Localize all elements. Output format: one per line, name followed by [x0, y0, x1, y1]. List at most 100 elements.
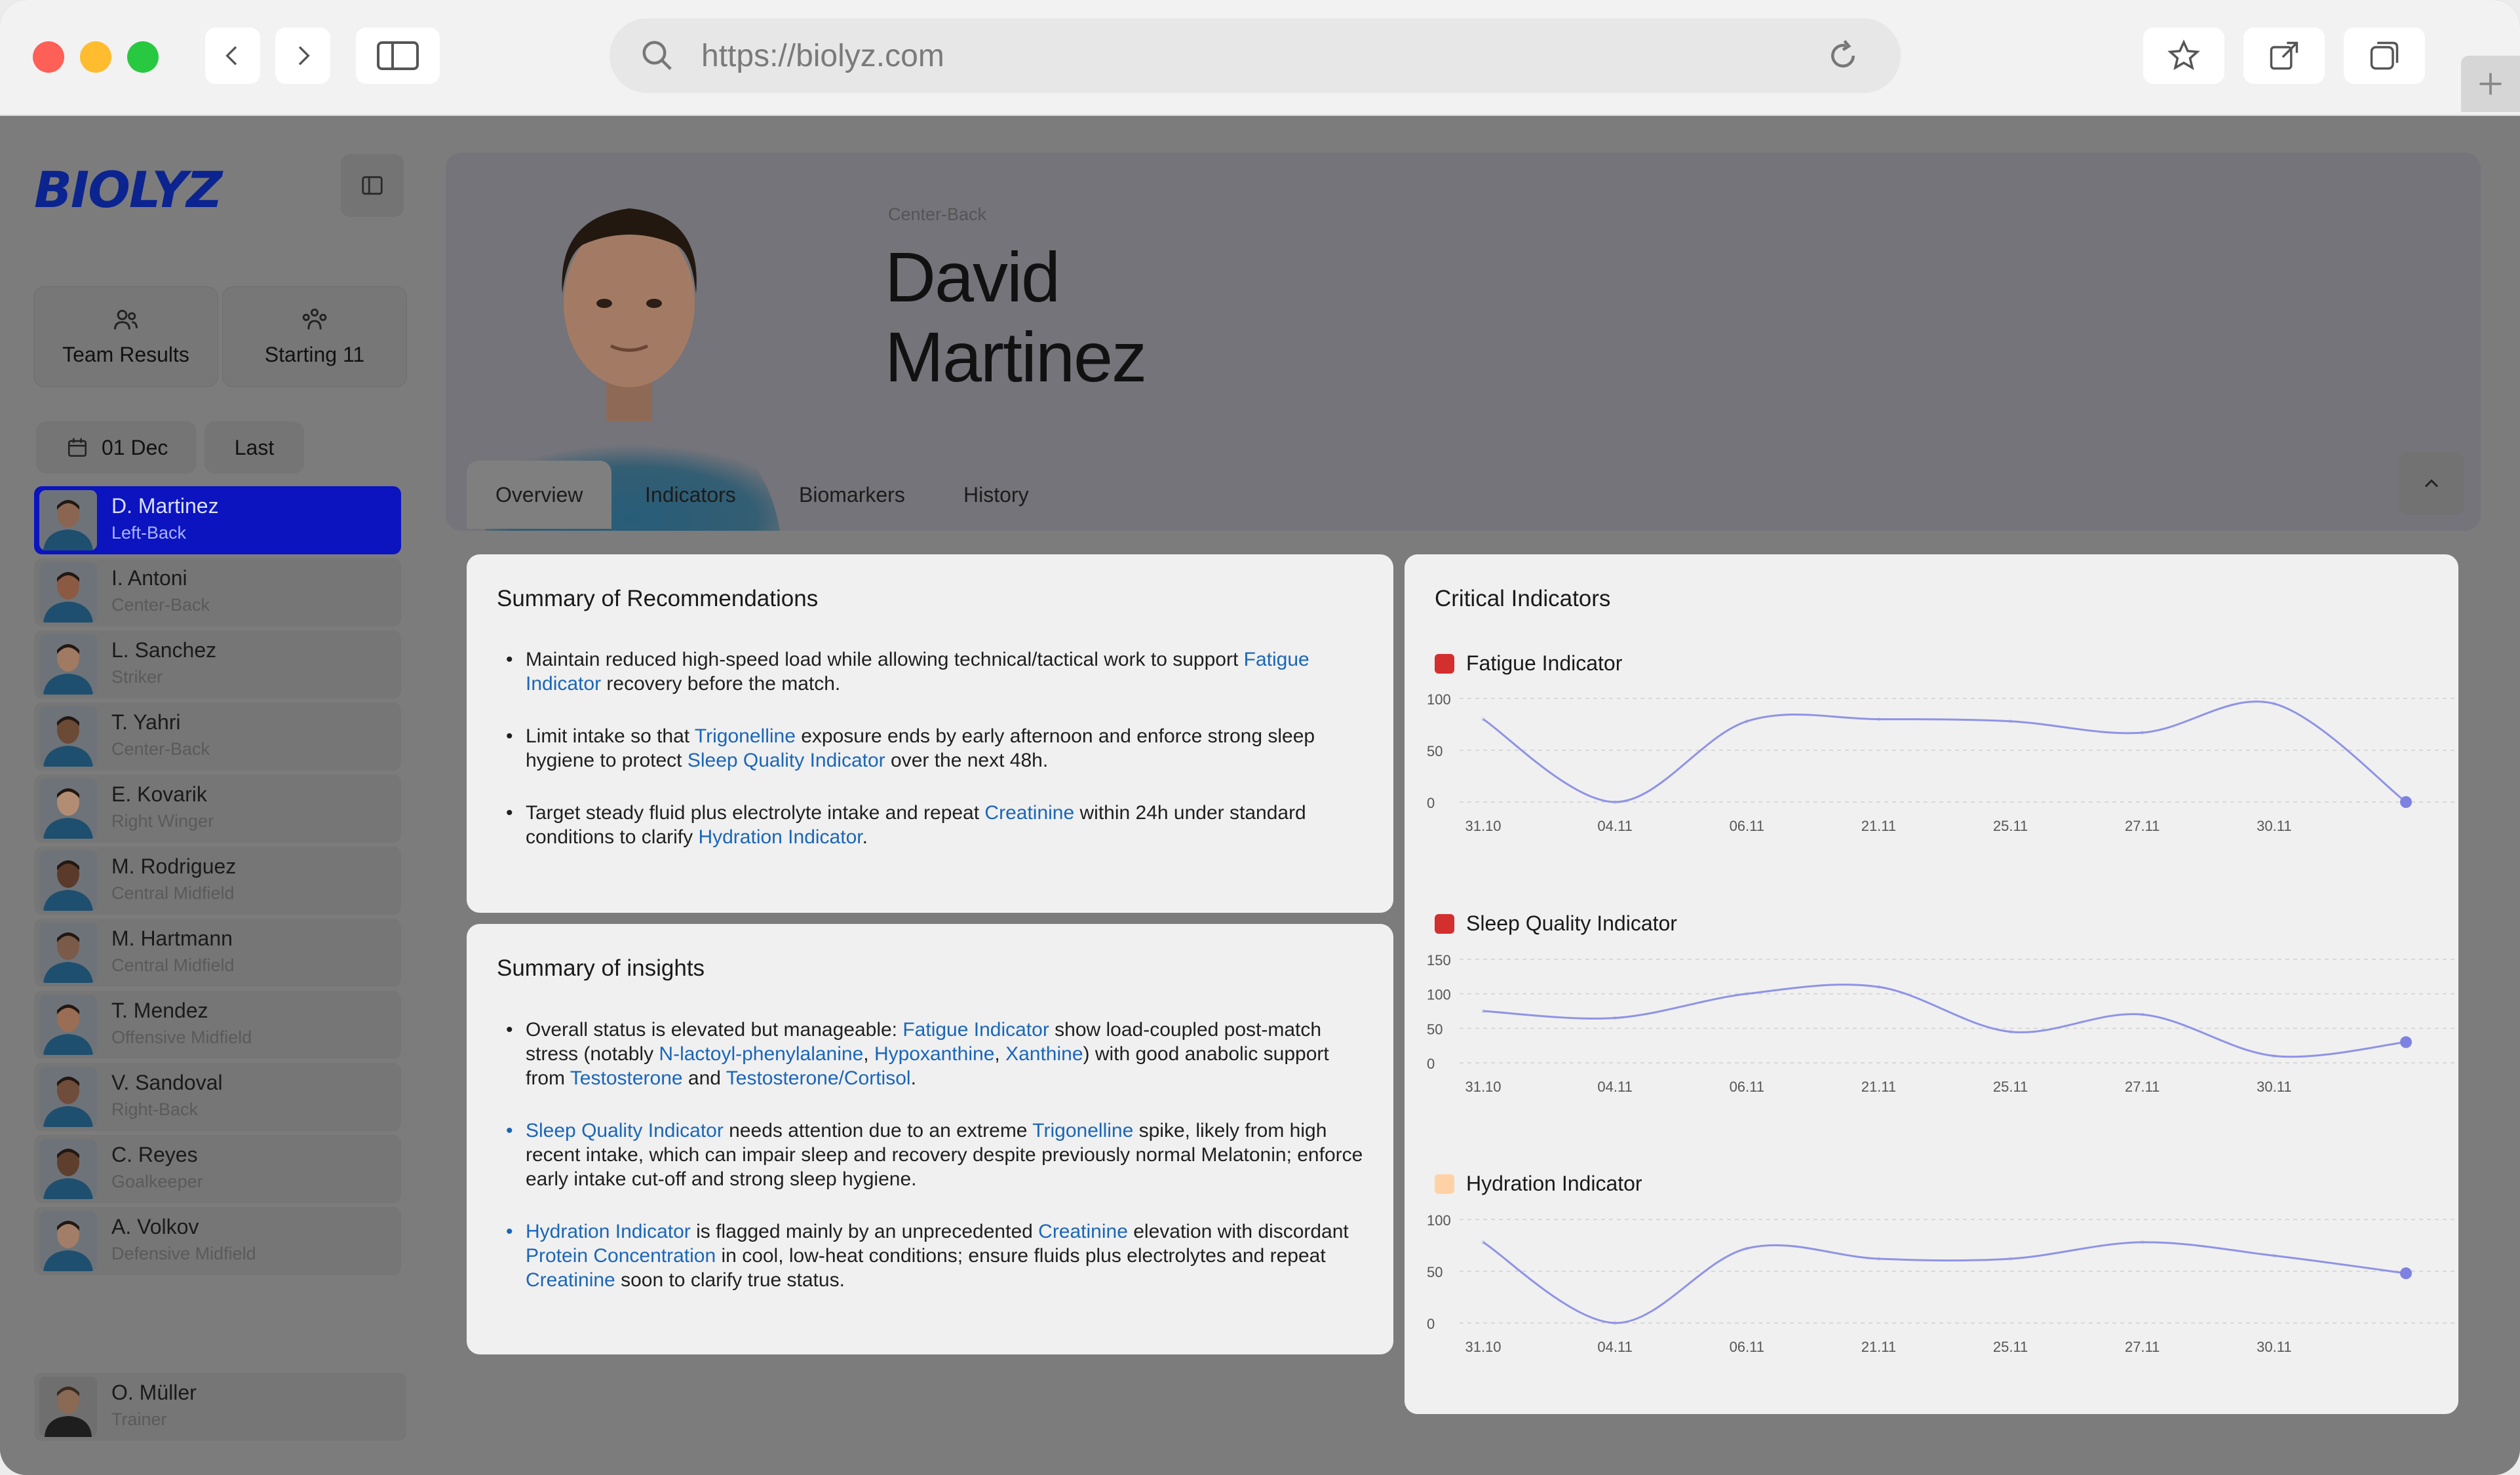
creatinine-link[interactable]: Creatinine: [984, 802, 1074, 824]
player-row[interactable]: T. Yahri Center-Back: [34, 702, 401, 771]
trainer-name: O. Müller: [111, 1381, 197, 1404]
hydration-indicator-header[interactable]: Hydration Indicator: [1435, 1172, 1642, 1196]
close-window-button[interactable]: [33, 41, 64, 73]
player-row[interactable]: M. Hartmann Central Midfield: [34, 919, 401, 987]
fatigue-indicator-header[interactable]: Fatigue Indicator: [1435, 651, 1622, 676]
address-bar[interactable]: https://biolyz.com: [610, 18, 1901, 93]
recommendation-item: Limit intake so that Trigonelline exposu…: [497, 724, 1367, 773]
player-row[interactable]: D. Martinez Left-Back: [34, 486, 401, 554]
player-row[interactable]: M. Rodriguez Central Midfield: [34, 847, 401, 915]
latest-data-point[interactable]: [2400, 1036, 2412, 1048]
sidebar-toggle-button[interactable]: [356, 28, 440, 84]
data-point: [1745, 991, 1749, 996]
testosterone-link[interactable]: Testosterone: [570, 1067, 683, 1089]
sleep-quality-indicator-header[interactable]: Sleep Quality Indicator: [1435, 911, 1677, 936]
x-tick-label: 31.10: [1465, 818, 1501, 834]
minimize-window-button[interactable]: [80, 41, 111, 73]
testosterone-cortisol-link[interactable]: Testosterone/Cortisol: [726, 1067, 911, 1089]
tab-indicators[interactable]: Indicators: [645, 461, 736, 529]
hydration-indicator-link[interactable]: Hydration Indicator: [526, 1221, 691, 1242]
trigonelline-link[interactable]: Trigonelline: [695, 725, 796, 747]
player-avatar: [39, 634, 97, 695]
share-button[interactable]: [2243, 28, 2325, 84]
player-name: C. Reyes: [111, 1143, 198, 1166]
data-point: [2140, 1240, 2144, 1244]
app-logo[interactable]: BIOLYZ: [34, 161, 223, 219]
recommendations-list: Maintain reduced high-speed load while a…: [497, 647, 1367, 877]
player-row[interactable]: T. Mendez Offensive Midfield: [34, 991, 401, 1059]
y-tick-label: 0: [1427, 1316, 1435, 1332]
forward-button[interactable]: [275, 28, 330, 84]
player-avatar: [39, 1211, 97, 1271]
x-tick-label: 31.10: [1465, 1079, 1501, 1095]
y-tick-label: 0: [1427, 795, 1435, 811]
player-row[interactable]: E. Kovarik Right Winger: [34, 775, 401, 843]
player-role: Defensive Midfield: [111, 1244, 256, 1263]
player-row[interactable]: V. Sandoval Right-Back: [34, 1063, 401, 1131]
hydration-indicator-link[interactable]: Hydration Indicator: [698, 826, 862, 848]
date-label: 01 Dec: [102, 435, 168, 459]
tab-overview[interactable]: Overview: [467, 461, 612, 529]
latest-data-point[interactable]: [2400, 796, 2412, 808]
latest-data-point[interactable]: [2400, 1267, 2412, 1280]
sleep-quality-indicator-chart: 0 50 100 150 31.10 04.11 06.11 21.11 25.11 27.11 3…: [1427, 952, 2456, 1095]
protein-concentration-link[interactable]: Protein Concentration: [526, 1245, 716, 1267]
back-button[interactable]: [205, 28, 260, 84]
zoom-window-button[interactable]: [127, 41, 159, 73]
sleep-quality-indicator-link[interactable]: Sleep Quality Indicator: [688, 750, 885, 771]
sleep-quality-indicator-link[interactable]: Sleep Quality Indicator: [526, 1120, 724, 1141]
player-name: A. Volkov: [111, 1215, 199, 1238]
xanthine-link[interactable]: Xanthine: [1005, 1043, 1083, 1065]
text: Limit intake so that: [526, 725, 695, 747]
team-results-icon: [114, 309, 138, 330]
x-tick-label: 27.11: [2125, 1339, 2160, 1355]
player-list: D. Martinez Left-Back I. Antoni Center-Back…: [34, 486, 401, 1279]
recommendations-title: Summary of Recommendations: [497, 586, 819, 611]
creatinine-link[interactable]: Creatinine: [1038, 1221, 1128, 1242]
tab-biomarkers[interactable]: Biomarkers: [799, 461, 905, 529]
x-tick-label: 06.11: [1730, 1339, 1764, 1355]
reload-icon[interactable]: [1825, 38, 1861, 73]
trainer-profile[interactable]: O. Müller Trainer: [34, 1373, 406, 1441]
text: Maintain reduced high-speed load while a…: [526, 649, 1244, 670]
x-tick-label: 25.11: [1993, 818, 2028, 834]
last-button[interactable]: Last: [204, 421, 304, 474]
hypoxanthine-link[interactable]: Hypoxanthine: [874, 1043, 994, 1065]
plus-icon: [2479, 73, 2502, 95]
tabs-overview-button[interactable]: [2344, 28, 2425, 84]
new-tab-button[interactable]: [2461, 56, 2520, 112]
browser-window: https://biolyz.com BIOLYZ Team Results S…: [0, 0, 2520, 1475]
data-point: [2140, 1012, 2144, 1017]
tab-history[interactable]: History: [963, 461, 1029, 529]
player-role: Striker: [111, 667, 163, 687]
player-row[interactable]: A. Volkov Defensive Midfield: [34, 1207, 401, 1275]
trigonelline-link[interactable]: Trigonelline: [1032, 1120, 1133, 1141]
fatigue-indicator-link[interactable]: Fatigue Indicator: [902, 1019, 1049, 1041]
player-name: E. Kovarik: [111, 782, 207, 806]
collapse-header-button[interactable]: [2399, 452, 2464, 515]
recommendations-card: Summary of Recommendations Maintain redu…: [467, 554, 1393, 913]
creatinine-link[interactable]: Creatinine: [526, 1269, 615, 1291]
player-row[interactable]: I. Antoni Center-Back: [34, 558, 401, 626]
player-row[interactable]: L. Sanchez Striker: [34, 630, 401, 699]
text: in cool, low-heat conditions; ensure flu…: [716, 1245, 1326, 1267]
collapse-sidebar-button[interactable]: [341, 154, 404, 217]
data-point: [2272, 701, 2276, 706]
text: .: [910, 1067, 916, 1089]
text: recovery before the match.: [601, 673, 841, 695]
data-point: [1613, 1321, 1618, 1325]
url-text: https://biolyz.com: [701, 39, 944, 73]
starting-eleven-button[interactable]: Starting 11: [223, 287, 406, 387]
data-point: [1745, 1246, 1749, 1251]
bookmark-button[interactable]: [2143, 28, 2224, 84]
text: and: [682, 1067, 726, 1089]
player-row[interactable]: C. Reyes Goalkeeper: [34, 1135, 401, 1203]
player-name: V. Sandoval: [111, 1071, 223, 1094]
series-line: [1483, 1241, 2407, 1324]
n-lactoyl-phenylalanine-link[interactable]: N-lactoyl-phenylalanine: [659, 1043, 863, 1065]
x-tick-label: 21.11: [1861, 1079, 1896, 1095]
data-point: [1876, 1257, 1881, 1261]
team-results-button[interactable]: Team Results: [34, 287, 218, 387]
player-avatar: [39, 706, 97, 767]
date-picker[interactable]: 01 Dec: [36, 421, 197, 474]
